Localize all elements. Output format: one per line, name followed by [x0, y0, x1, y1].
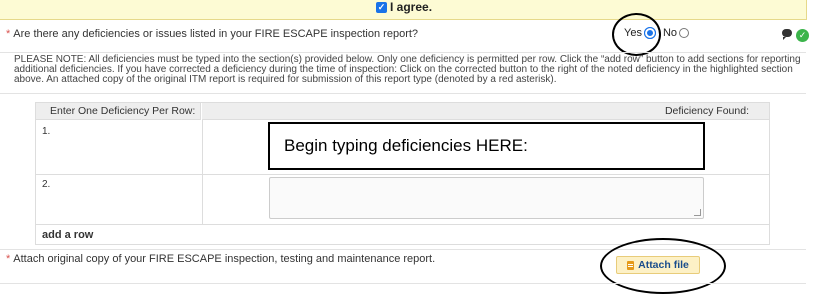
divider [0, 52, 806, 53]
agree-bar: ✓ I agree. [0, 0, 807, 20]
typing-hint: Begin typing deficiencies HERE: [284, 136, 528, 155]
required-marker: * [6, 28, 11, 40]
deficiency-question: * Are there any deficiencies or issues li… [6, 28, 418, 40]
agree-label: I agree. [390, 0, 433, 14]
column-divider [202, 120, 203, 224]
agree-checkbox-group[interactable]: ✓ I agree. [376, 0, 432, 14]
required-marker: * [6, 253, 11, 265]
deficiency-textarea-2[interactable] [269, 177, 704, 219]
annotation-circle-attach [600, 238, 726, 294]
deficiency-textarea-1[interactable]: Begin typing deficiencies HERE: [268, 122, 705, 170]
column-header-found: Deficiency Found: [202, 103, 769, 120]
row-divider [36, 174, 769, 175]
resize-grip-icon[interactable] [694, 209, 701, 216]
deficiency-question-text: Are there any deficiencies or issues lis… [13, 28, 419, 40]
corrected-check-icon[interactable]: ✓ [796, 29, 809, 42]
divider [0, 283, 806, 284]
no-radio[interactable] [679, 28, 690, 38]
row-divider [36, 224, 769, 225]
please-note-text: PLEASE NOTE: All deficiencies must be ty… [14, 54, 801, 85]
row-number-1: 1. [42, 126, 51, 137]
attach-question-text: Attach original copy of your FIRE ESCAPE… [13, 253, 436, 265]
agree-checkbox[interactable]: ✓ [376, 1, 387, 13]
comment-icon[interactable] [782, 29, 792, 40]
add-row-button[interactable]: add a row [42, 229, 93, 241]
annotation-circle-yes [612, 13, 661, 56]
row-number-2: 2. [42, 179, 51, 190]
attach-question: * Attach original copy of your FIRE ESCAP… [6, 253, 435, 265]
divider [0, 93, 806, 94]
no-label: No [662, 27, 678, 39]
column-header-entry: Enter One Deficiency Per Row: [36, 103, 201, 120]
